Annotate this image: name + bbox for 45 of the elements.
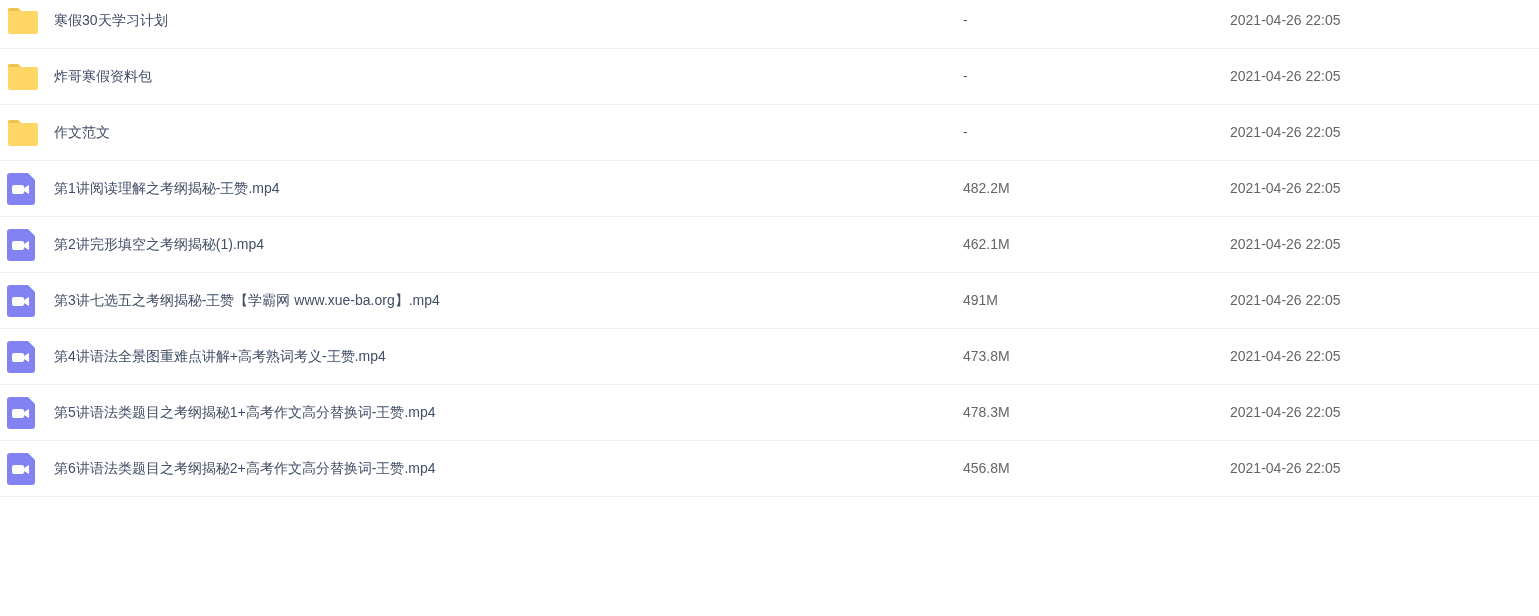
video-file-icon (7, 228, 35, 261)
modified-date: 2021-04-26 22:05 (1230, 403, 1341, 422)
file-row[interactable]: 第6讲语法类题目之考纲揭秘2+高考作文高分替换词-王赞.mp4 456.8M 2021-04-26 22:05 (0, 441, 1539, 497)
modified-date: 2021-04-26 22:05 (1230, 123, 1341, 142)
file-size: 456.8M (963, 459, 1011, 478)
file-size: - (963, 11, 969, 30)
modified-date: 2021-04-26 22:05 (1230, 179, 1341, 198)
file-name: 寒假30天学习计划 (54, 11, 169, 30)
file-size: 491M (963, 291, 1000, 310)
file-name: 炸哥寒假资料包 (54, 67, 153, 86)
file-name: 作文范文 (54, 123, 111, 142)
folder-icon (7, 7, 39, 34)
folder-icon (7, 63, 39, 90)
file-size: - (963, 123, 969, 142)
file-row[interactable]: 第4讲语法全景图重难点讲解+高考熟词考义-王赞.mp4 473.8M 2021-04-26 22:05 (0, 329, 1539, 385)
video-file-icon (7, 284, 35, 317)
modified-date: 2021-04-26 22:05 (1230, 459, 1341, 478)
file-size: 462.1M (963, 235, 1011, 254)
file-row[interactable]: 第3讲七选五之考纲揭秘-王赞【学霸网 www.xue-ba.org】.mp4 491M 2021-04-26 22:05 (0, 273, 1539, 329)
file-size: - (963, 67, 969, 86)
video-file-icon (7, 340, 35, 373)
file-name: 第6讲语法类题目之考纲揭秘2+高考作文高分替换词-王赞.mp4 (54, 459, 437, 478)
file-name: 第5讲语法类题目之考纲揭秘1+高考作文高分替换词-王赞.mp4 (54, 403, 437, 422)
modified-date: 2021-04-26 22:05 (1230, 347, 1341, 366)
file-row[interactable]: 第1讲阅读理解之考纲揭秘-王赞.mp4 482.2M 2021-04-26 22:05 (0, 161, 1539, 217)
modified-date: 2021-04-26 22:05 (1230, 11, 1341, 30)
file-row[interactable]: 第5讲语法类题目之考纲揭秘1+高考作文高分替换词-王赞.mp4 478.3M 2021-04-26 22:05 (0, 385, 1539, 441)
folder-icon (7, 119, 39, 146)
modified-date: 2021-04-26 22:05 (1230, 67, 1341, 86)
video-file-icon (7, 172, 35, 205)
file-name: 第3讲七选五之考纲揭秘-王赞【学霸网 www.xue-ba.org】.mp4 (54, 291, 441, 310)
video-file-icon (7, 396, 35, 429)
file-row[interactable]: 作文范文 - 2021-04-26 22:05 (0, 105, 1539, 161)
file-size: 478.3M (963, 403, 1011, 422)
file-name: 第1讲阅读理解之考纲揭秘-王赞.mp4 (54, 179, 281, 198)
modified-date: 2021-04-26 22:05 (1230, 235, 1341, 254)
file-name: 第4讲语法全景图重难点讲解+高考熟词考义-王赞.mp4 (54, 347, 387, 366)
video-file-icon (7, 452, 35, 485)
file-name: 第2讲完形填空之考纲揭秘(1).mp4 (54, 235, 266, 254)
file-row[interactable]: 炸哥寒假资料包 - 2021-04-26 22:05 (0, 49, 1539, 105)
file-row[interactable]: 寒假30天学习计划 - 2021-04-26 22:05 (0, 0, 1539, 49)
file-size: 473.8M (963, 347, 1011, 366)
file-size: 482.2M (963, 179, 1011, 198)
modified-date: 2021-04-26 22:05 (1230, 291, 1341, 310)
file-row[interactable]: 第2讲完形填空之考纲揭秘(1).mp4 462.1M 2021-04-26 22:05 (0, 217, 1539, 273)
